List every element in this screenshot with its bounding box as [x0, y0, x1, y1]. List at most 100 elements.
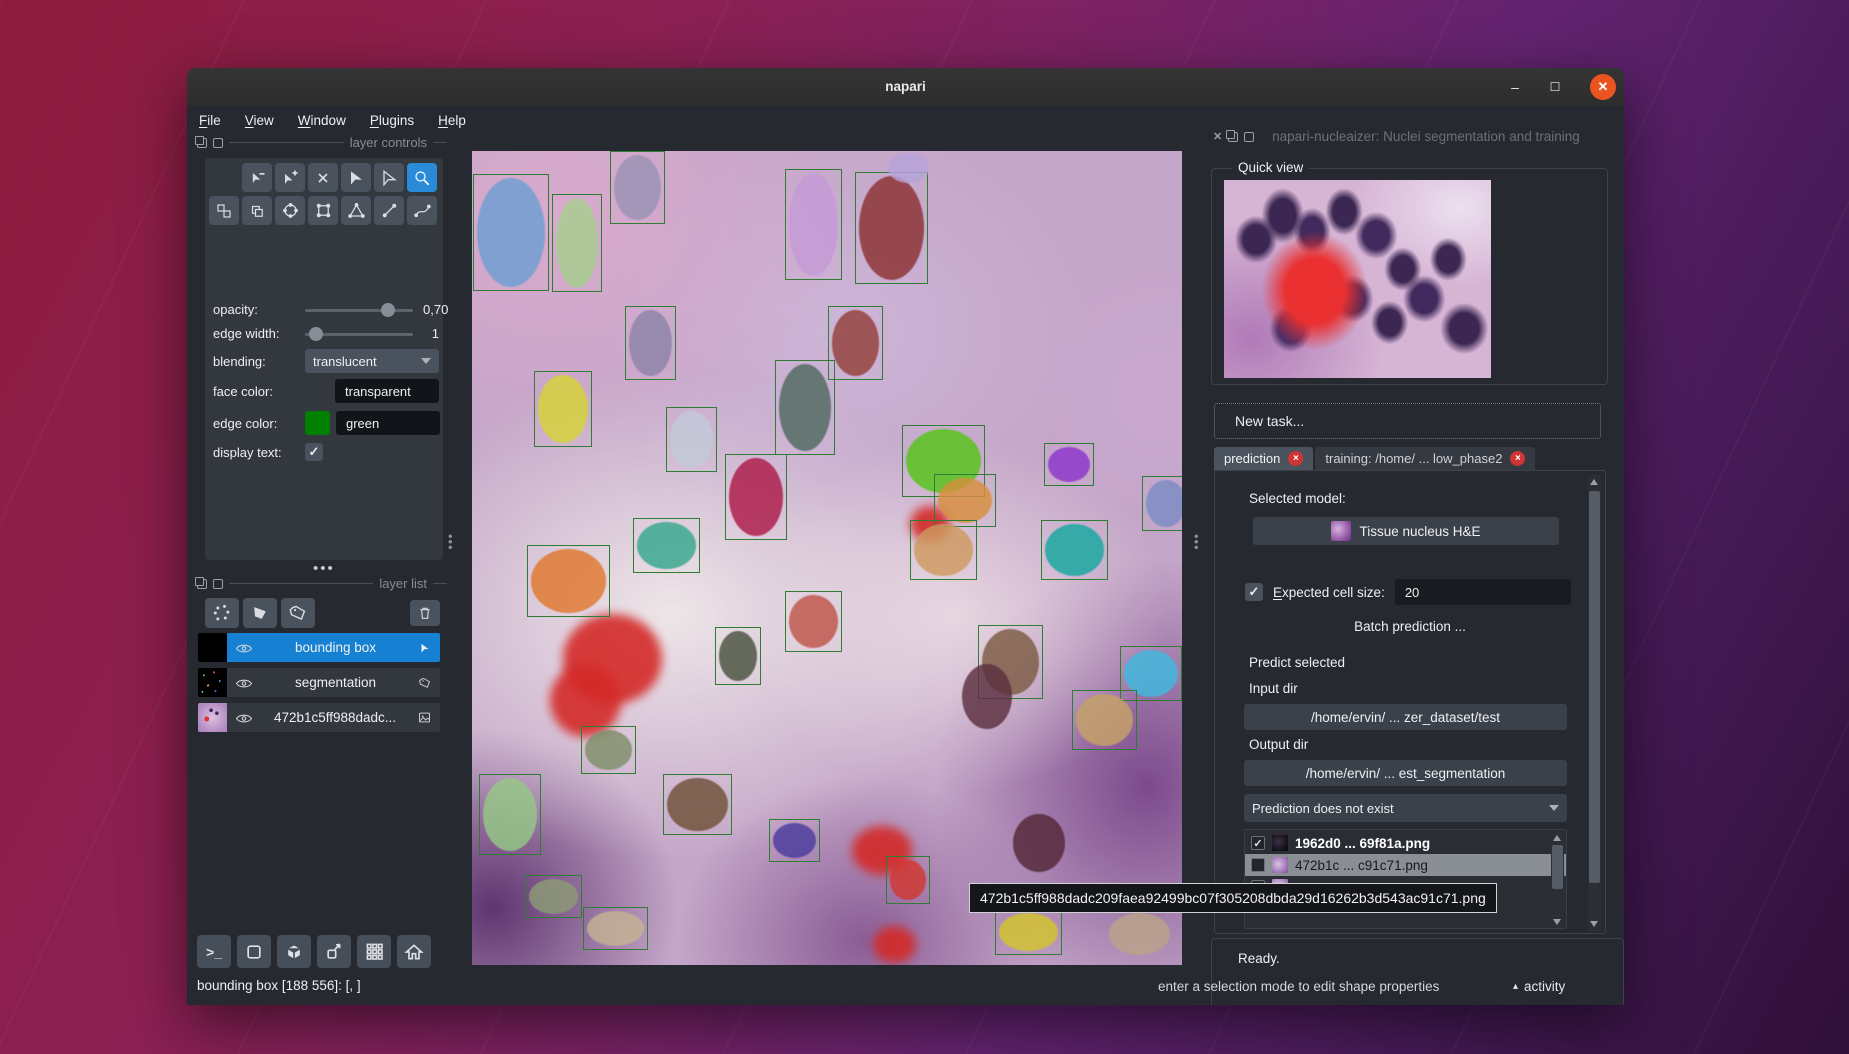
close-panel-icon[interactable]: ✕: [1213, 132, 1222, 142]
segmented-nucleus[interactable]: [890, 860, 926, 900]
menu-help[interactable]: Help: [438, 113, 466, 128]
segmented-nucleus[interactable]: [729, 458, 783, 536]
segmented-nucleus[interactable]: [719, 631, 757, 681]
segmented-nucleus[interactable]: [1109, 913, 1170, 955]
direct-select-button[interactable]: [374, 163, 404, 192]
scroll-up-icon[interactable]: [1553, 835, 1561, 841]
prediction-filter-dropdown[interactable]: Prediction does not exist: [1244, 794, 1567, 822]
close-button[interactable]: ✕: [1590, 74, 1616, 100]
delete-shape-button[interactable]: [308, 163, 338, 192]
model-select-button[interactable]: Tissue nucleus H&E: [1253, 517, 1559, 545]
new-shapes-layer-button[interactable]: [243, 598, 277, 628]
hide-panel-icon[interactable]: [213, 579, 223, 589]
splitter-handle-left[interactable]: •••: [448, 534, 452, 551]
segmented-nucleus[interactable]: [667, 778, 728, 832]
tab-training[interactable]: training: /home/ ... low_phase2 ×: [1315, 447, 1535, 470]
title-bar[interactable]: napari – ☐ ✕: [187, 68, 1624, 106]
menu-window[interactable]: Window: [298, 113, 346, 128]
minimize-button[interactable]: –: [1500, 68, 1530, 106]
input-dir-button[interactable]: /home/ervin/ ... zer_dataset/test: [1244, 704, 1567, 730]
segmented-nucleus[interactable]: [859, 176, 924, 280]
add-polygon-button[interactable]: [341, 196, 371, 225]
visibility-eye-icon[interactable]: [235, 712, 253, 724]
segmented-nucleus[interactable]: [999, 913, 1058, 951]
segmented-nucleus[interactable]: [888, 153, 929, 182]
predict-selected-label[interactable]: Predict selected: [1249, 655, 1345, 670]
hide-panel-icon[interactable]: [213, 138, 223, 148]
segmented-nucleus[interactable]: [1045, 524, 1104, 576]
layer-row-segmentation[interactable]: segmentation: [198, 668, 440, 697]
segmented-nucleus[interactable]: [477, 178, 545, 287]
scroll-down-icon[interactable]: [1553, 919, 1561, 925]
grid-view-button[interactable]: [357, 935, 391, 968]
layer-row-image[interactable]: 472b1c5ff988dadc...: [198, 703, 440, 732]
blending-dropdown[interactable]: translucent: [305, 349, 439, 373]
menu-view[interactable]: View: [245, 113, 274, 128]
segmented-nucleus[interactable]: [773, 823, 816, 858]
visibility-eye-icon[interactable]: [235, 677, 253, 689]
edge-color-input[interactable]: green: [336, 411, 440, 435]
layer-row-bounding-box[interactable]: bounding box: [198, 633, 440, 662]
float-panel-icon[interactable]: [197, 579, 207, 589]
segmented-nucleus[interactable]: [614, 155, 661, 220]
file-row[interactable]: ✓ 1962d0 ... 69f81a.png: [1245, 832, 1566, 854]
move-to-back-button[interactable]: [209, 196, 239, 225]
close-tab-icon[interactable]: ×: [1510, 451, 1525, 466]
output-dir-button[interactable]: /home/ervin/ ... est_segmentation: [1244, 760, 1567, 786]
add-rectangle-button[interactable]: [308, 196, 338, 225]
segmented-nucleus[interactable]: [1076, 694, 1133, 746]
tab-prediction[interactable]: prediction ×: [1214, 447, 1313, 470]
expected-cell-size-input[interactable]: 20: [1395, 579, 1571, 605]
segmented-nucleus[interactable]: [585, 730, 632, 770]
scroll-down-icon[interactable]: [1590, 921, 1598, 927]
remove-vertex-button[interactable]: [242, 163, 272, 192]
segmented-nucleus[interactable]: [1146, 480, 1182, 527]
display-text-checkbox[interactable]: ✓: [305, 443, 323, 461]
file-checkbox[interactable]: ✓: [1251, 836, 1265, 850]
viewer-canvas[interactable]: [472, 151, 1182, 965]
segmented-nucleus[interactable]: [529, 879, 579, 914]
expected-cell-size-checkbox[interactable]: ✓: [1245, 583, 1263, 601]
segmented-nucleus[interactable]: [914, 524, 973, 576]
segmented-nucleus[interactable]: [538, 375, 588, 443]
segmented-nucleus[interactable]: [832, 310, 879, 376]
dock-resize-handle[interactable]: •••: [313, 560, 335, 577]
file-row[interactable]: 472b1c ... c91c71.png: [1245, 854, 1566, 876]
activity-button[interactable]: ▴ activity: [1513, 979, 1565, 994]
delete-layer-button[interactable]: [410, 600, 440, 626]
transpose-dimensions-button[interactable]: [317, 935, 351, 968]
add-line-button[interactable]: [374, 196, 404, 225]
float-panel-icon[interactable]: [1228, 132, 1238, 142]
new-labels-layer-button[interactable]: [281, 598, 315, 628]
menu-file[interactable]: File: [199, 113, 221, 128]
roll-dimensions-button[interactable]: [277, 935, 311, 968]
file-checkbox[interactable]: [1251, 858, 1265, 872]
segmented-nucleus[interactable]: [1048, 447, 1091, 482]
face-color-input[interactable]: transparent: [335, 379, 439, 403]
segmented-nucleus[interactable]: [670, 411, 713, 468]
scroll-up-icon[interactable]: [1590, 479, 1598, 485]
menu-plugins[interactable]: Plugins: [370, 113, 414, 128]
new-task-button[interactable]: New task...: [1214, 403, 1601, 439]
float-panel-icon[interactable]: [197, 138, 207, 148]
segmented-nucleus[interactable]: [483, 778, 537, 851]
segmented-nucleus[interactable]: [556, 198, 598, 288]
opacity-slider[interactable]: [305, 303, 413, 317]
segmented-nucleus[interactable]: [789, 595, 839, 649]
new-points-layer-button[interactable]: [205, 598, 239, 628]
segmented-nucleus[interactable]: [962, 664, 1012, 729]
file-list-scrollbar[interactable]: [1551, 832, 1564, 928]
segmented-nucleus[interactable]: [779, 364, 831, 451]
hide-panel-icon[interactable]: [1244, 132, 1254, 142]
insert-vertex-button[interactable]: [275, 163, 305, 192]
segmented-nucleus[interactable]: [587, 911, 644, 946]
segmented-nucleus[interactable]: [531, 549, 606, 612]
maximize-button[interactable]: ☐: [1540, 68, 1570, 106]
pan-zoom-button[interactable]: [407, 163, 437, 192]
panel-scrollbar[interactable]: [1588, 475, 1601, 931]
move-to-front-button[interactable]: [242, 196, 272, 225]
segmented-nucleus[interactable]: [938, 478, 992, 523]
segmented-nucleus[interactable]: [789, 173, 839, 276]
visibility-eye-icon[interactable]: [235, 642, 253, 654]
segmented-nucleus[interactable]: [629, 310, 672, 376]
